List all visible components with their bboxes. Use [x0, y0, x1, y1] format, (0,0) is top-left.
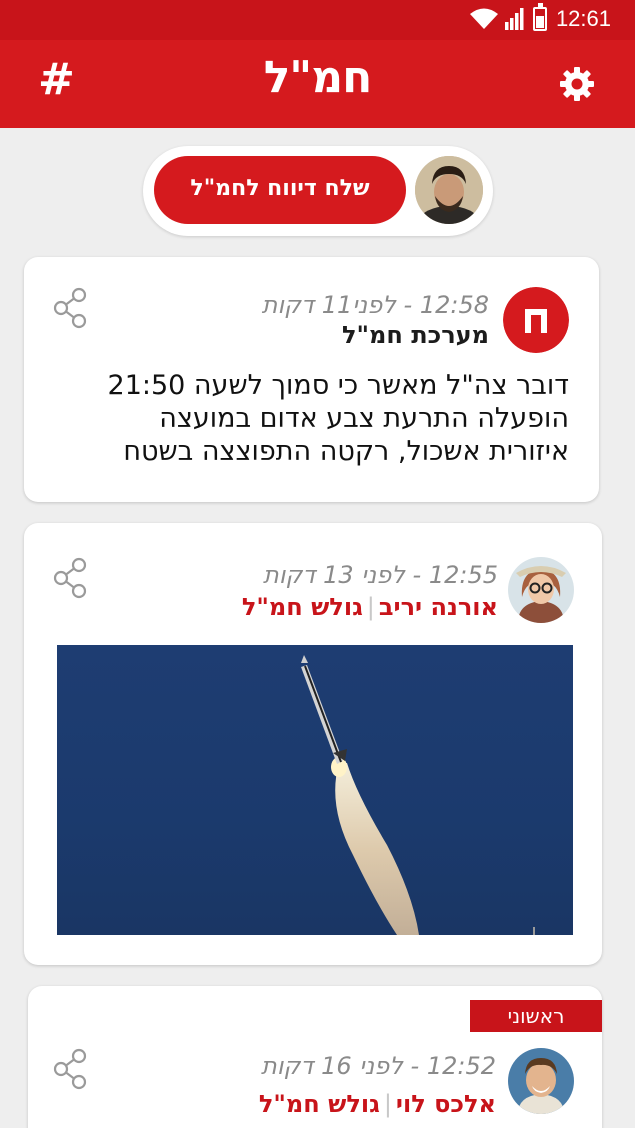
status-time: 12:61 [555, 6, 611, 31]
author-separator: | [383, 1090, 392, 1118]
app-title: חמ"ל [263, 52, 373, 103]
post-text-line: איזורית אשכול, רקטה התפוצצה בשטח [123, 436, 569, 467]
post-source[interactable]: גולש חמ"ל [242, 593, 363, 621]
post-author-line: אורנה יריב|גולש חמ"ל [242, 593, 498, 621]
app-bar: # חמ"ל [0, 40, 635, 128]
signal-icon [505, 8, 524, 30]
battery-icon [533, 3, 547, 31]
post-text-line: הופעלה התרעת צבע אדום במועצה [159, 403, 569, 434]
post-image[interactable] [57, 645, 573, 935]
send-report-button[interactable]: שלח דיווח לחמ"ל [154, 156, 406, 224]
gear-icon[interactable] [559, 66, 595, 102]
author-avatar[interactable] [508, 557, 574, 623]
post-text: דובר צה"ל מאשר כי סמוך לשעה 21:50 הופעלה… [98, 369, 569, 468]
user-avatar[interactable] [415, 156, 483, 224]
post-author[interactable]: אלכס לוי [396, 1090, 496, 1118]
share-icon[interactable] [52, 1048, 88, 1090]
author-avatar[interactable] [508, 1048, 574, 1114]
status-bar: 12:61 [0, 0, 635, 40]
post-time: 12:55 - לפני 13 דקות [263, 561, 498, 589]
wifi-icon [470, 8, 498, 29]
post-time: 12:52 - לפני 16 דקות [261, 1052, 496, 1080]
post-author[interactable]: אורנה יריב [379, 593, 498, 621]
newsroom-logo-avatar [503, 287, 569, 353]
post-source[interactable]: גולש חמ"ל [259, 1090, 380, 1118]
post-author-line: אלכס לוי|גולש חמ"ל [259, 1090, 496, 1118]
feed-card[interactable]: ראשוני 12:52 - לפני 16 דקות אלכס לוי|גול… [28, 986, 602, 1128]
feed-card[interactable]: 12:55 - לפני 13 דקות אורנה יריב|גולש חמ"… [24, 523, 602, 965]
first-report-badge: ראשוני [470, 1000, 602, 1032]
share-icon[interactable] [52, 287, 88, 329]
author-separator: | [366, 593, 375, 621]
post-author[interactable]: מערכת חמ"ל [342, 321, 489, 349]
post-time: 12:58 - לפני11 דקות [261, 291, 489, 319]
report-bar: שלח דיווח לחמ"ל [143, 146, 493, 236]
post-text-line: דובר צה"ל מאשר כי סמוך לשעה 21:50 [107, 370, 569, 401]
share-icon[interactable] [52, 557, 88, 599]
feed-card[interactable]: 12:58 - לפני11 דקות מערכת חמ"ל דובר צה"ל… [24, 257, 599, 502]
